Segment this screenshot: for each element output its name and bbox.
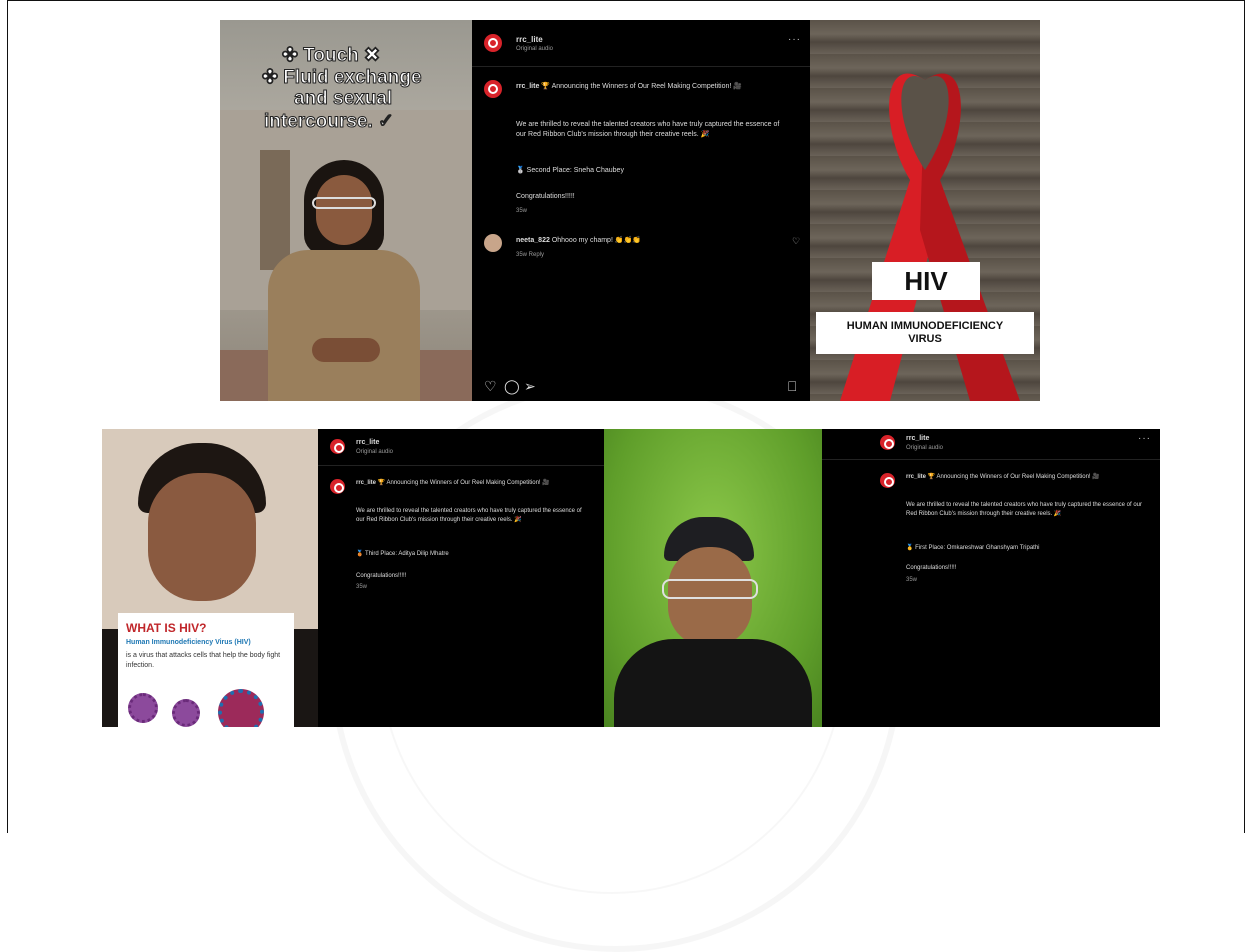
more-options-icon[interactable]: ··· — [1138, 433, 1151, 444]
comment-icon[interactable]: ◯ — [504, 378, 520, 395]
comment-text: Ohhooo my champ! 👏👏👏 — [551, 237, 641, 244]
post-username[interactable]: rrc_lite — [516, 35, 543, 44]
winner-line: 🥈 Second Place: Sneha Chaubey — [516, 167, 624, 174]
comment-like-icon[interactable]: ♡ — [792, 236, 800, 247]
overlay-text-2: ✤ Fluid exchange — [262, 67, 423, 89]
virus-icon — [172, 699, 200, 727]
caption-text: rrc_lite 🏆 Announcing the Winners of Our… — [356, 479, 586, 488]
person-glasses — [312, 197, 376, 209]
post-panel-first-place: rrc_lite Original audio ··· rrc_lite 🏆 A… — [822, 429, 1160, 727]
info-heading: WHAT IS HIV? — [126, 621, 207, 635]
hiv-poster: HIV HUMAN IMMUNODEFICIENCY VIRUS — [810, 20, 1040, 401]
caption-logo-icon — [484, 80, 502, 98]
post-panel-second-place: rrc_lite Original audio ··· rrc_lite 🏆 A… — [472, 20, 810, 401]
post-panel-third-place: rrc_lite Original audio rrc_lite 🏆 Annou… — [318, 429, 604, 727]
person-hands — [312, 338, 380, 362]
reel-video-speaker-male-2[interactable] — [604, 429, 822, 727]
profile-logo-icon[interactable] — [330, 439, 345, 454]
info-line2: is a virus that attacks cells that help … — [126, 652, 281, 669]
comment-line: neeta_822 Ohhooo my champ! 👏👏👏 — [516, 236, 776, 246]
congrats-line: Congratulations!!!!! — [906, 565, 957, 571]
save-icon[interactable]: ⎕ — [788, 378, 796, 395]
caption-logo-icon — [880, 473, 895, 488]
comment-meta[interactable]: 35w Reply — [516, 252, 544, 258]
door-bg — [260, 150, 290, 270]
hiv-title-box: HIV — [872, 262, 980, 300]
person-hoodie — [614, 639, 812, 727]
divider — [472, 66, 810, 67]
divider — [318, 465, 604, 466]
person-face — [316, 175, 372, 245]
profile-logo-icon[interactable] — [484, 34, 502, 52]
caption-user[interactable]: rrc_lite — [356, 480, 376, 486]
share-icon[interactable]: ➢ — [524, 378, 536, 395]
caption-user[interactable]: rrc_lite — [906, 474, 926, 480]
caption-text: rrc_lite 🏆 Announcing the Winners of Our… — [516, 82, 786, 92]
post-audio[interactable]: Original audio — [356, 449, 393, 455]
caption-logo-icon — [330, 479, 345, 494]
overlay-text-1: ✤ Touch ✖ — [282, 45, 381, 67]
hiv-title: HIV — [904, 265, 948, 296]
person-face — [148, 473, 256, 601]
person-top — [268, 250, 420, 401]
caption-text: rrc_lite 🏆 Announcing the Winners of Our… — [906, 473, 1146, 482]
virus-icon — [128, 693, 158, 723]
post-audio[interactable]: Original audio — [516, 46, 553, 52]
commenter-avatar[interactable] — [484, 234, 502, 252]
divider — [822, 459, 1160, 460]
like-icon[interactable]: ♡ — [484, 378, 497, 395]
caption-title: 🏆 Announcing the Winners of Our Reel Mak… — [927, 474, 1100, 480]
winner-line: 🥉 Third Place: Aditya Dilip Mhatre — [356, 551, 449, 557]
congrats-line: Congratulations!!!!! — [516, 193, 575, 200]
post-time: 35w — [906, 577, 918, 583]
post-time: 35w — [516, 208, 528, 214]
winner-line: 🥇 First Place: Omkareshwar Ghanshyam Tri… — [906, 545, 1040, 551]
info-line1: Human Immunodeficiency Virus (HIV) — [126, 639, 251, 646]
profile-logo-icon[interactable] — [880, 435, 895, 450]
post-audio[interactable]: Original audio — [906, 445, 943, 451]
hiv-subtitle: HUMAN IMMUNODEFICIENCY VIRUS — [846, 320, 1004, 345]
caption-body: We are thrilled to reveal the talented c… — [516, 121, 780, 138]
virus-icon — [218, 689, 264, 727]
reel-video-speaker-female[interactable]: ✤ Touch ✖ ✤ Fluid exchange and sexual in… — [220, 20, 472, 401]
caption-user[interactable]: rrc_lite — [516, 83, 539, 90]
more-options-icon[interactable]: ··· — [788, 34, 801, 45]
comment-user[interactable]: neeta_822 — [516, 237, 550, 244]
caption-body: We are thrilled to reveal the talented c… — [906, 502, 1143, 517]
post-time: 35w — [356, 584, 368, 590]
post-username[interactable]: rrc_lite — [906, 435, 929, 442]
congrats-line: Congratulations!!!!! — [356, 573, 407, 579]
hiv-subtitle-box: HUMAN IMMUNODEFICIENCY VIRUS — [816, 312, 1034, 354]
reel-video-speaker-male-1[interactable]: WHAT IS HIV? Human Immunodeficiency Viru… — [102, 429, 318, 727]
overlay-text-4: intercourse. ✓ — [264, 111, 395, 133]
post-username[interactable]: rrc_lite — [356, 439, 379, 446]
overlay-text-3: and sexual — [293, 88, 393, 110]
caption-title: 🏆 Announcing the Winners of Our Reel Mak… — [377, 480, 550, 486]
person-glasses — [662, 579, 758, 599]
caption-body: We are thrilled to reveal the talented c… — [356, 508, 582, 523]
caption-title: 🏆 Announcing the Winners of Our Reel Mak… — [541, 83, 743, 90]
hiv-info-card: WHAT IS HIV? Human Immunodeficiency Viru… — [118, 613, 294, 727]
